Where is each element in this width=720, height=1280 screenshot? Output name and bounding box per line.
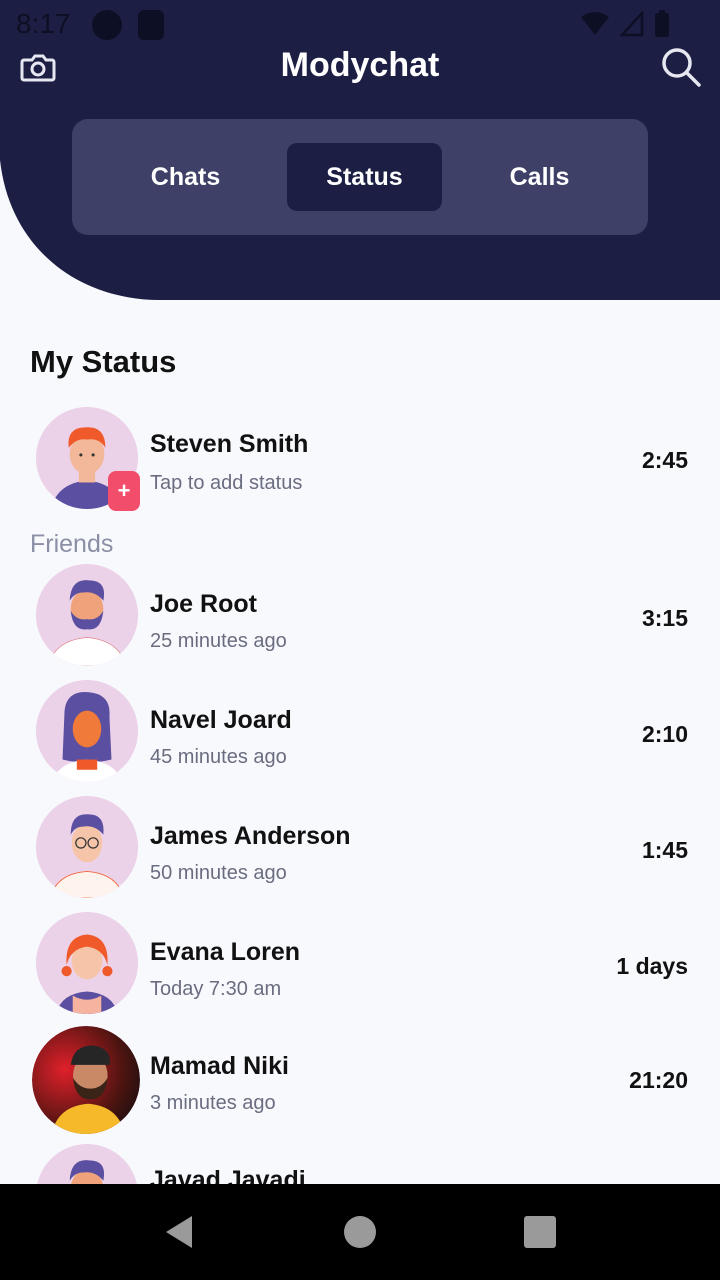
red-hair-woman-avatar [36, 912, 138, 1014]
bearded-man-avatar [36, 1144, 138, 1184]
contact-subtitle: 25 minutes ago [150, 630, 287, 652]
battery-icon [655, 10, 669, 37]
tab-status[interactable]: Status [287, 143, 442, 211]
recents-icon[interactable] [524, 1216, 556, 1248]
search-icon[interactable] [660, 46, 702, 88]
status-icons [580, 10, 670, 38]
contact-name: Mamad Niki [150, 1052, 289, 1080]
contact-subtitle: 3 minutes ago [150, 1092, 276, 1114]
list-item[interactable]: James Anderson 50 minutes ago 1:45 [0, 794, 720, 904]
contact-name: Javad Javadi [150, 1166, 306, 1184]
bearded-man-avatar [36, 564, 138, 666]
my-status-heading: My Status [30, 344, 177, 379]
glasses-man-avatar [36, 796, 138, 898]
tab-bar: Chats Status Calls [72, 119, 648, 235]
contact-subtitle: Today 7:30 am [150, 978, 282, 1000]
status-time-label: 2:10 [641, 721, 688, 747]
status-time-label: 1:45 [641, 837, 688, 863]
contact-subtitle: Tap to add status [150, 472, 303, 494]
app-bar: Modychat [0, 40, 720, 100]
app-notification-icon [92, 10, 122, 40]
my-status-row[interactable]: + Steven Smith Tap to add status 2:45 [0, 404, 720, 514]
status-time-label: 1 days [616, 953, 688, 979]
status-time-label: 21:20 [629, 1067, 688, 1093]
list-item[interactable]: Navel Joard 45 minutes ago 2:10 [0, 678, 720, 788]
status-time-label: 2:45 [641, 447, 688, 473]
list-item[interactable]: Mamad Niki 3 minutes ago 21:20 [0, 1026, 720, 1136]
contact-name: Steven Smith [150, 430, 309, 458]
contact-name: Evana Loren [150, 938, 301, 966]
wifi-icon [581, 12, 609, 35]
contact-name: Navel Joard [150, 706, 292, 734]
notification-icon [138, 10, 164, 40]
tab-calls[interactable]: Calls [462, 143, 617, 211]
back-icon[interactable] [162, 1214, 198, 1250]
contact-name: James Anderson [150, 822, 351, 850]
list-item[interactable]: Javad Javadi [0, 1142, 720, 1184]
contact-name: Joe Root [150, 590, 257, 618]
contact-subtitle: 50 minutes ago [150, 862, 287, 884]
status-time: 8:17 [16, 8, 71, 39]
app-title: Modychat [280, 46, 440, 84]
long-hair-avatar [36, 680, 138, 782]
status-time-label: 3:15 [641, 605, 688, 631]
friends-heading: Friends [30, 530, 114, 558]
signal-icon [620, 11, 644, 37]
contact-subtitle: 45 minutes ago [150, 746, 287, 768]
system-navigation-bar [0, 1184, 720, 1280]
photo-avatar [32, 1026, 140, 1134]
tab-chats[interactable]: Chats [108, 143, 263, 211]
add-status-button[interactable]: + [108, 471, 140, 511]
list-item[interactable]: Evana Loren Today 7:30 am 1 days [0, 910, 720, 1020]
list-item[interactable]: Joe Root 25 minutes ago 3:15 [0, 562, 720, 672]
home-icon[interactable] [344, 1216, 376, 1248]
